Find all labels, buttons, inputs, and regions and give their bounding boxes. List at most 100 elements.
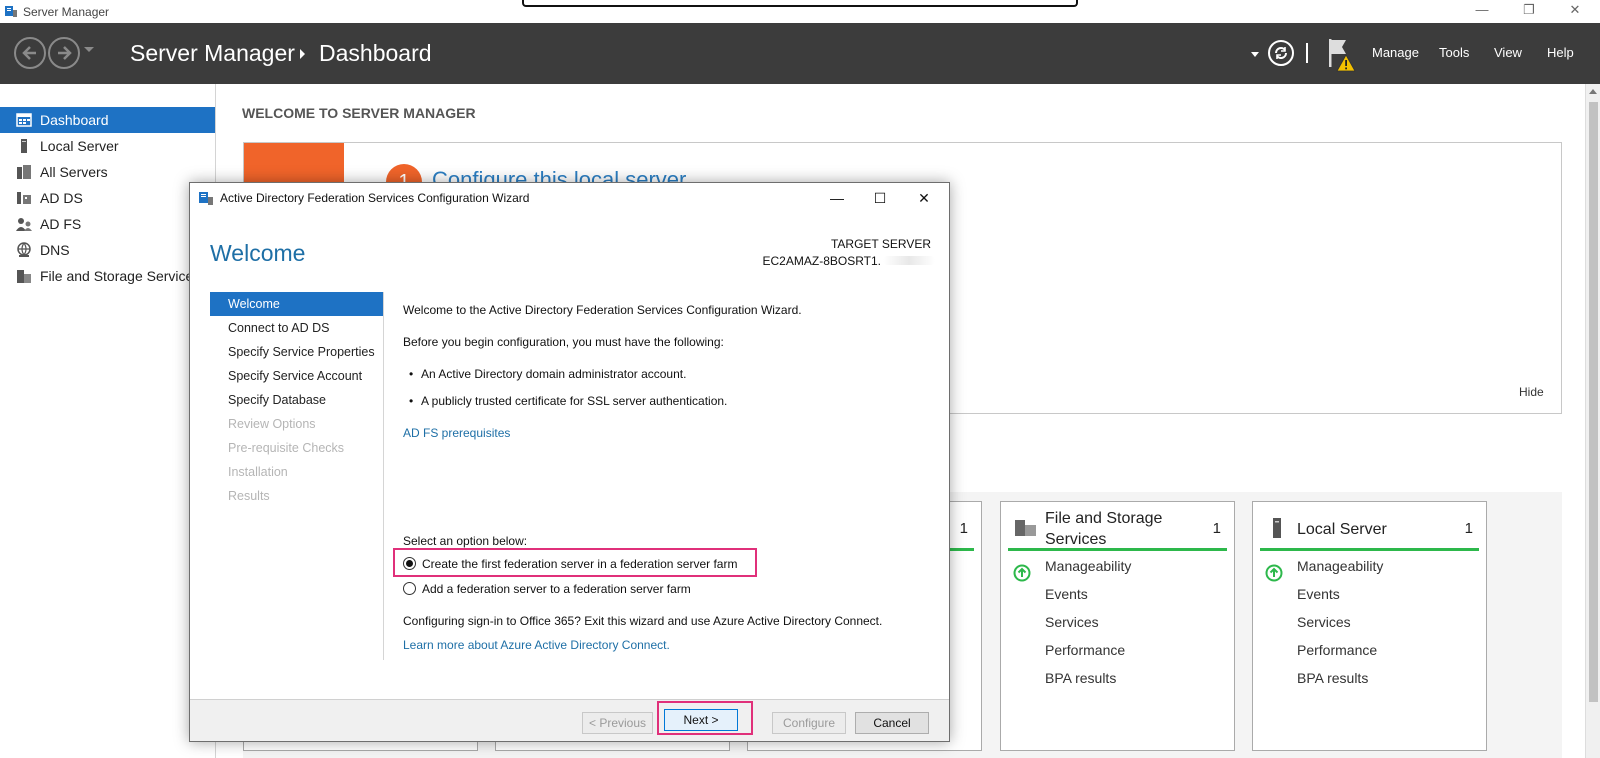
sidebar-item-label: Dashboard [40, 112, 109, 128]
tile-row-performance[interactable]: Performance [1297, 642, 1377, 658]
step-service-account[interactable]: Specify Service Account [210, 364, 383, 388]
step-database[interactable]: Specify Database [210, 388, 383, 412]
menu-tools[interactable]: Tools [1439, 45, 1469, 60]
forward-button[interactable] [48, 37, 80, 69]
configure-button[interactable]: Configure [772, 712, 846, 734]
tile-row-bpa-results[interactable]: BPA results [1297, 670, 1368, 686]
azure-ad-connect-link[interactable]: Learn more about Azure Active Directory … [403, 638, 670, 652]
tile-count: 1 [1212, 520, 1221, 537]
cancel-button[interactable]: Cancel [855, 712, 929, 734]
menu-view[interactable]: View [1494, 45, 1522, 60]
back-button[interactable] [14, 37, 46, 69]
step-service-properties[interactable]: Specify Service Properties [210, 340, 383, 364]
tile-row-events[interactable]: Events [1297, 586, 1340, 602]
refresh-button[interactable] [1268, 40, 1294, 66]
tile-row-events[interactable]: Events [1045, 586, 1088, 602]
server-icon [1273, 518, 1281, 538]
tile-row-services[interactable]: Services [1045, 614, 1099, 630]
window-title: Server Manager [23, 5, 110, 19]
tile-count: 1 [1464, 520, 1473, 537]
tile-row-performance[interactable]: Performance [1045, 642, 1125, 658]
restore-button[interactable]: ❐ [1519, 2, 1539, 20]
breadcrumb-app: Server Manager [130, 40, 295, 66]
sidebar-item-local-server[interactable]: Local Server [0, 133, 215, 159]
sidebar-item-label: AD FS [40, 216, 82, 232]
forward-arrow-icon [58, 46, 72, 60]
header-divider [1306, 43, 1308, 63]
step-results: Results [228, 489, 270, 503]
redacted-hostname [883, 256, 935, 265]
welcome-title: WELCOME TO SERVER MANAGER [242, 105, 476, 121]
radio-create-first-server[interactable] [403, 557, 416, 570]
sidebar-item-file-storage[interactable]: File and Storage Services [0, 263, 215, 289]
notifications-flag-icon[interactable] [1326, 37, 1360, 77]
wizard-close-button[interactable]: ✕ [909, 187, 939, 209]
up-arrow-ok-icon [1265, 564, 1283, 582]
minimize-button[interactable]: — [1472, 2, 1492, 20]
tile-row-manageability[interactable]: Manageability [1045, 558, 1131, 574]
sidebar-item-label: Local Server [40, 138, 119, 154]
header-bar: Server Manager Dashboard Manage Tools Vi… [0, 23, 1600, 84]
sidebar-item-ad-ds[interactable]: AD DS [0, 185, 215, 211]
wizard-titlebar: Active Directory Federation Services Con… [190, 183, 949, 213]
option-create-first-server[interactable]: Create the first federation server in a … [403, 557, 763, 573]
target-server-label: TARGET SERVER [830, 237, 931, 251]
dashboard-icon [16, 113, 32, 127]
sidebar-item-label: All Servers [40, 164, 108, 180]
sidebar-item-all-servers[interactable]: All Servers [0, 159, 215, 185]
scroll-up-icon[interactable] [1589, 89, 1597, 94]
nav-history-dropdown-icon[interactable] [84, 47, 94, 52]
intro-text: Welcome to the Active Directory Federati… [403, 303, 802, 317]
menu-help[interactable]: Help [1547, 45, 1574, 60]
dns-icon [17, 242, 31, 257]
previous-button[interactable]: < Previous [582, 712, 653, 734]
option-add-server[interactable]: Add a federation server to a federation … [403, 582, 763, 598]
tile-count: 1 [959, 520, 968, 537]
step-prerequisite-checks: Pre-requisite Checks [228, 441, 345, 455]
close-button[interactable]: ✕ [1565, 2, 1585, 20]
tile-row-manageability[interactable]: Manageability [1297, 558, 1383, 574]
server-icon [21, 139, 27, 153]
sidebar: Dashboard Local Server All Servers AD DS… [0, 84, 216, 758]
vertical-scrollbar[interactable] [1585, 84, 1600, 758]
tile-status-bar [1008, 548, 1227, 551]
wizard-title: Active Directory Federation Services Con… [220, 191, 530, 205]
sidebar-item-ad-fs[interactable]: AD FS [0, 211, 215, 237]
select-option-label: Select an option below: [403, 534, 528, 548]
tile-row-services[interactable]: Services [1297, 614, 1351, 630]
next-button[interactable]: Next > [664, 709, 738, 731]
radio-label: Add a federation server to a federation … [422, 582, 691, 596]
window-titlebar: Server Manager — ❐ ✕ [0, 0, 1600, 23]
servers-icon [17, 165, 31, 179]
ad-ds-icon [17, 192, 31, 204]
step-installation: Installation [228, 465, 288, 479]
menu-manage[interactable]: Manage [1372, 45, 1419, 60]
office365-note: Configuring sign-in to Office 365? Exit … [403, 614, 883, 628]
refresh-icon [1275, 47, 1287, 59]
ad-fs-icon [16, 218, 32, 231]
target-server-value: EC2AMAZ-8BOSRT1. [762, 254, 881, 268]
breadcrumb-separator-icon [300, 49, 305, 59]
sidebar-item-dns[interactable]: DNS [0, 237, 215, 263]
adfs-prerequisites-link[interactable]: AD FS prerequisites [403, 426, 510, 440]
wizard-minimize-button[interactable]: — [822, 187, 852, 209]
tile-title: File and Storage Services [1045, 510, 1163, 548]
server-manager-app-icon [5, 6, 17, 17]
header-dropdown-icon[interactable] [1251, 52, 1259, 57]
file-storage-icon [17, 270, 31, 283]
tile-local-server[interactable]: Local Server 1 Manageability Events Serv… [1252, 501, 1487, 751]
radio-label: Create the first federation server in a … [422, 557, 738, 571]
steps-divider [383, 292, 384, 660]
step-welcome[interactable]: Welcome [210, 292, 383, 316]
radio-add-server[interactable] [403, 582, 416, 595]
breadcrumb-page: Dashboard [319, 40, 432, 66]
top-overlay-bar [522, 0, 1078, 7]
sidebar-item-dashboard[interactable]: Dashboard [0, 107, 215, 133]
sidebar-item-label: AD DS [40, 190, 83, 206]
hide-link[interactable]: Hide [1519, 385, 1544, 399]
step-connect-ad-ds[interactable]: Connect to AD DS [210, 316, 383, 340]
tile-row-bpa-results[interactable]: BPA results [1045, 670, 1116, 686]
scrollbar-thumb[interactable] [1589, 102, 1598, 702]
tile-file-storage-services[interactable]: File and Storage Services 1 Manageabilit… [1000, 501, 1235, 751]
wizard-maximize-button[interactable]: ☐ [865, 187, 895, 209]
